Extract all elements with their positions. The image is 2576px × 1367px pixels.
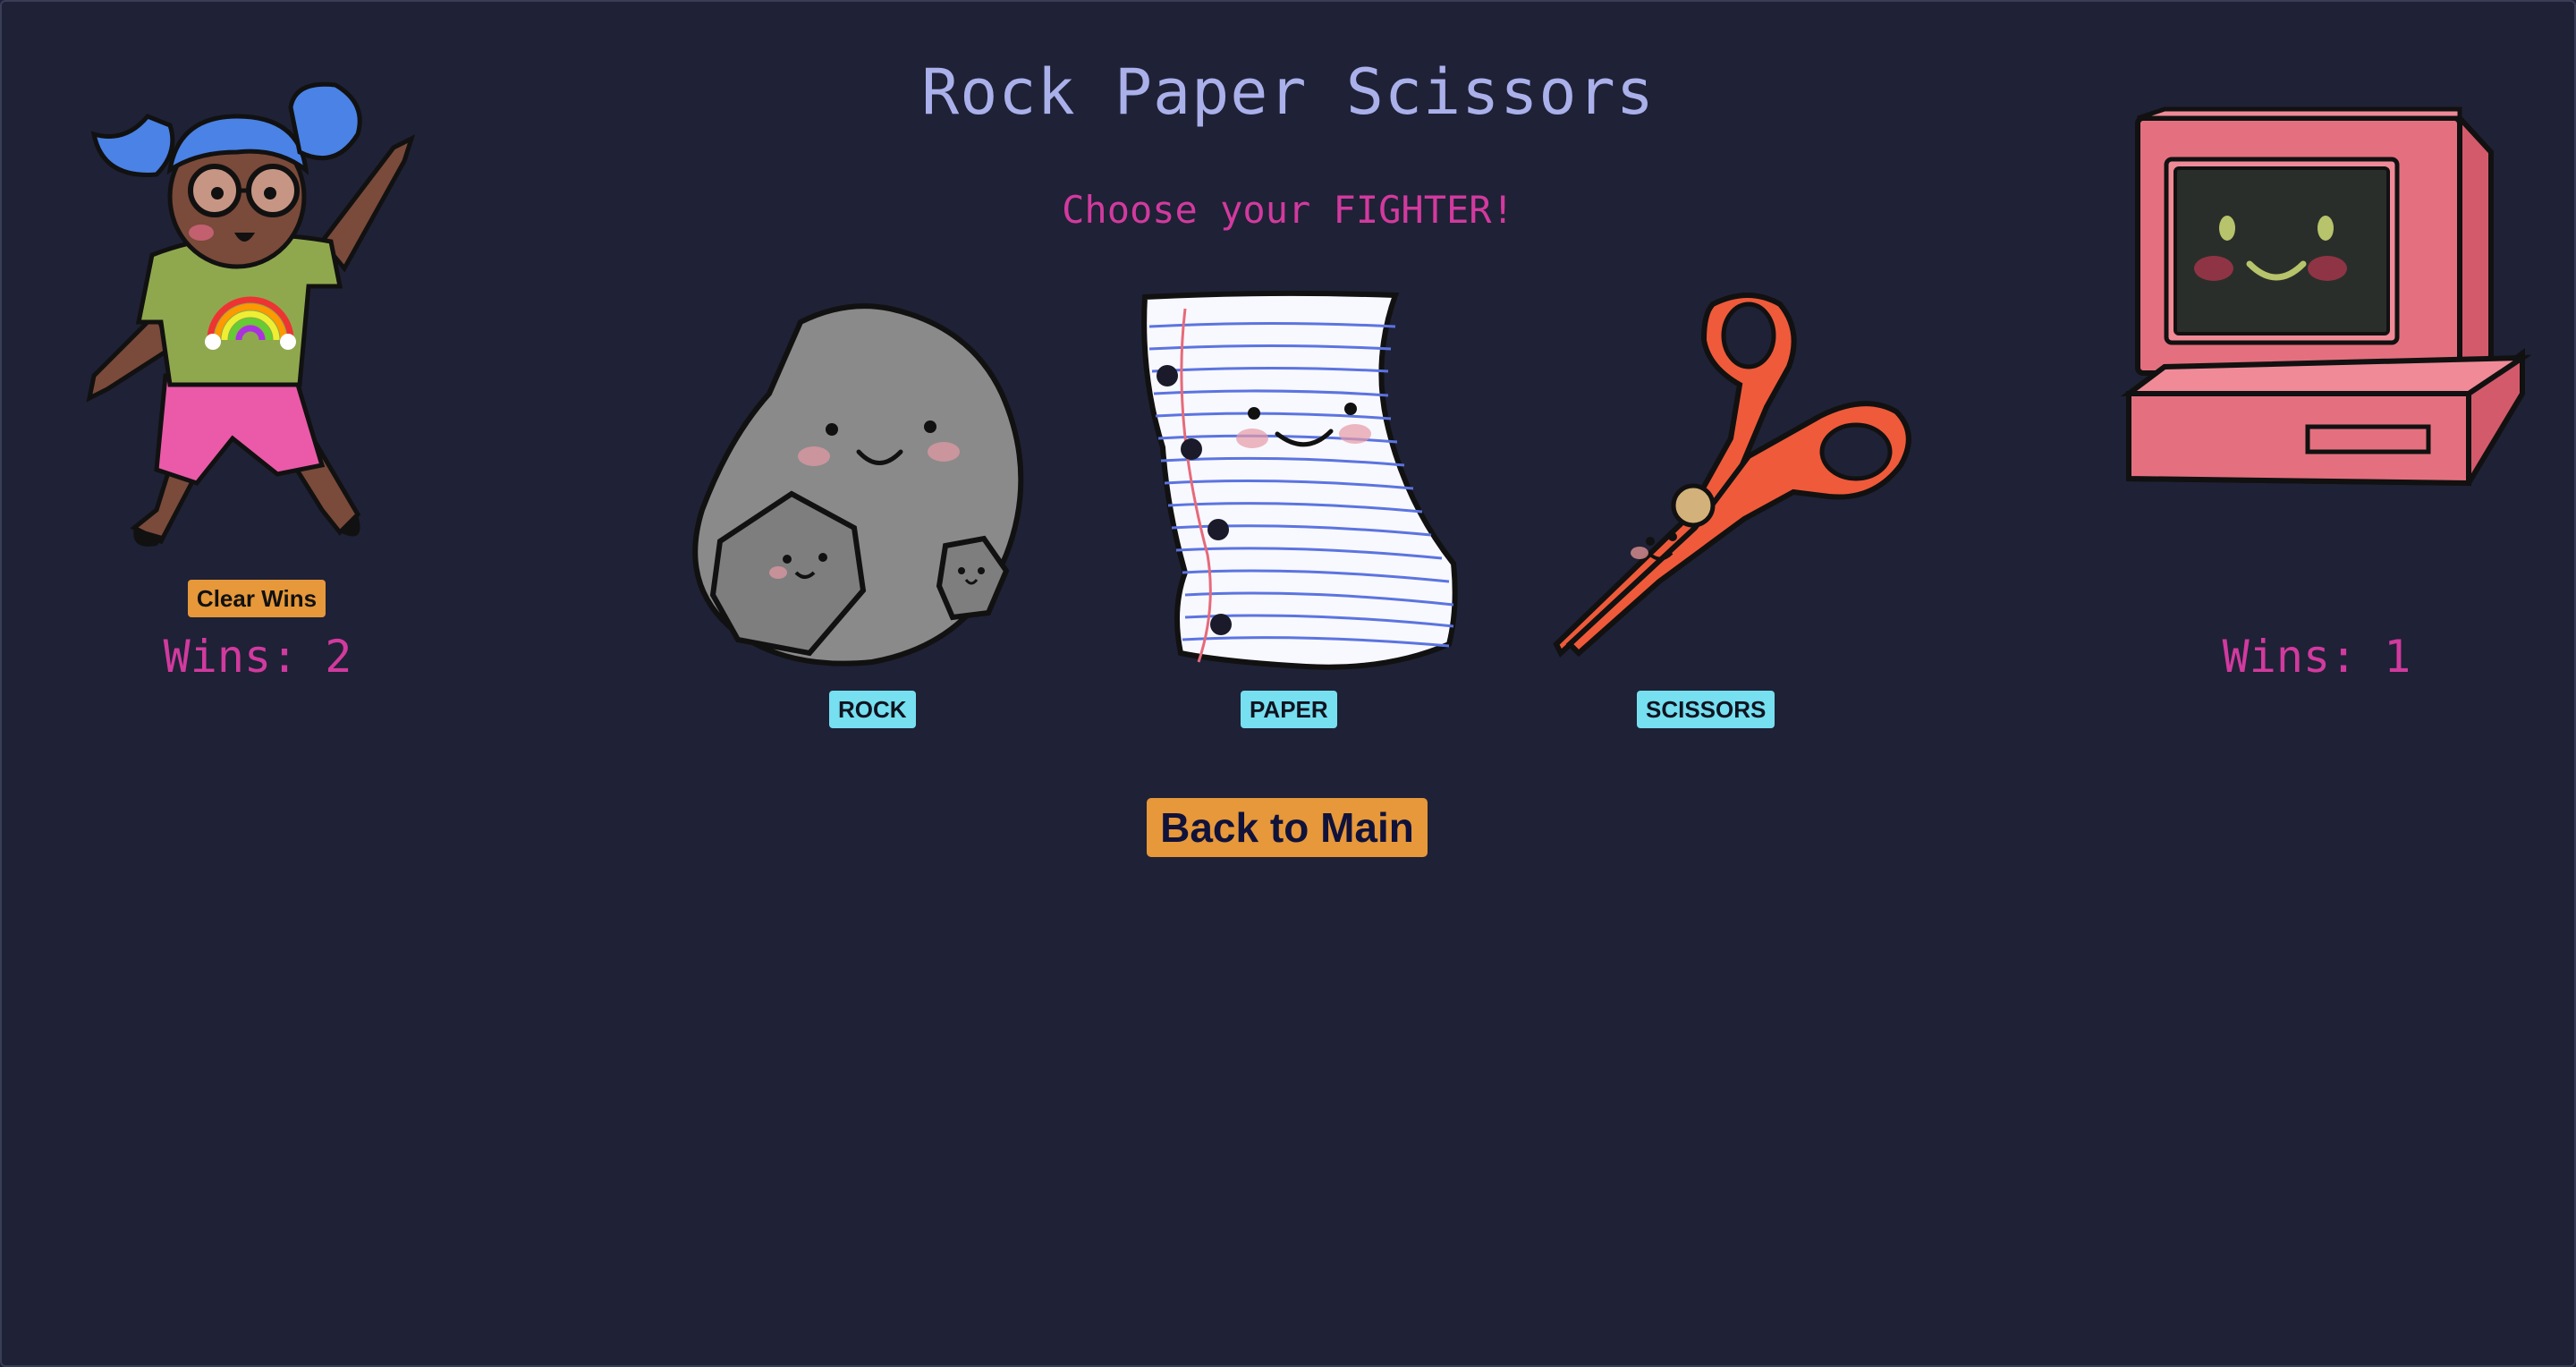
computer-character-icon [2121,106,2532,487]
scissors-button[interactable]: SCISSORS [1637,691,1775,728]
player-avatar [72,63,429,564]
rock-fighter[interactable] [675,286,1069,680]
paper-button[interactable]: PAPER [1241,691,1337,728]
back-to-main-button[interactable]: Back to Main [1147,798,1428,857]
clear-wins-button[interactable]: Clear Wins [188,580,326,617]
computer-avatar [2111,98,2540,510]
scissors-icon[interactable] [1534,286,1919,680]
paper-icon[interactable] [1136,286,1467,680]
rock-button[interactable]: ROCK [829,691,916,728]
scissors-fighter[interactable] [1534,286,1919,680]
player-wins-count: Wins: 2 [163,631,352,683]
girl-character-icon [86,81,416,547]
paper-fighter[interactable] [1136,286,1467,680]
computer-wins-count: Wins: 1 [2222,631,2411,683]
rock-icon[interactable] [675,286,1069,680]
